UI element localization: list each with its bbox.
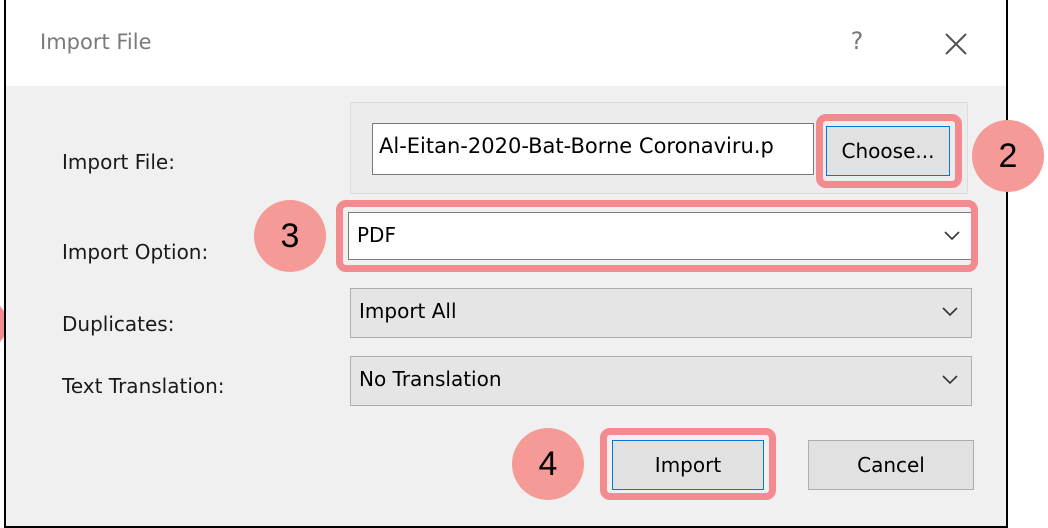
file-path-input[interactable]: Al-Eitan-2020-Bat-Borne Coronaviru.p bbox=[372, 123, 814, 175]
cancel-button[interactable]: Cancel bbox=[808, 440, 974, 490]
text-translation-value: No Translation bbox=[359, 367, 502, 391]
step-3-badge: 3 bbox=[254, 200, 326, 272]
chevron-down-icon bbox=[942, 375, 958, 385]
dialog-title: Import File bbox=[40, 30, 152, 54]
close-icon[interactable] bbox=[936, 24, 976, 64]
import-option-value: PDF bbox=[357, 223, 396, 247]
chevron-down-icon bbox=[942, 307, 958, 317]
choose-button[interactable]: Choose... bbox=[826, 126, 950, 176]
title-bar: Import File ? bbox=[6, 0, 1006, 86]
text-translation-label: Text Translation: bbox=[62, 374, 225, 398]
duplicates-select[interactable]: Import All bbox=[350, 288, 972, 338]
help-button[interactable]: ? bbox=[842, 24, 872, 58]
import-file-label: Import File: bbox=[62, 150, 175, 174]
duplicates-value: Import All bbox=[359, 299, 457, 323]
import-button[interactable]: Import bbox=[612, 440, 764, 490]
step-2-badge: 2 bbox=[972, 120, 1044, 192]
chevron-down-icon bbox=[944, 231, 960, 241]
step-4-badge: 4 bbox=[512, 428, 584, 500]
import-option-label: Import Option: bbox=[62, 240, 209, 264]
text-translation-select[interactable]: No Translation bbox=[350, 356, 972, 406]
import-option-select[interactable]: PDF bbox=[348, 212, 974, 260]
duplicates-label: Duplicates: bbox=[62, 312, 175, 336]
